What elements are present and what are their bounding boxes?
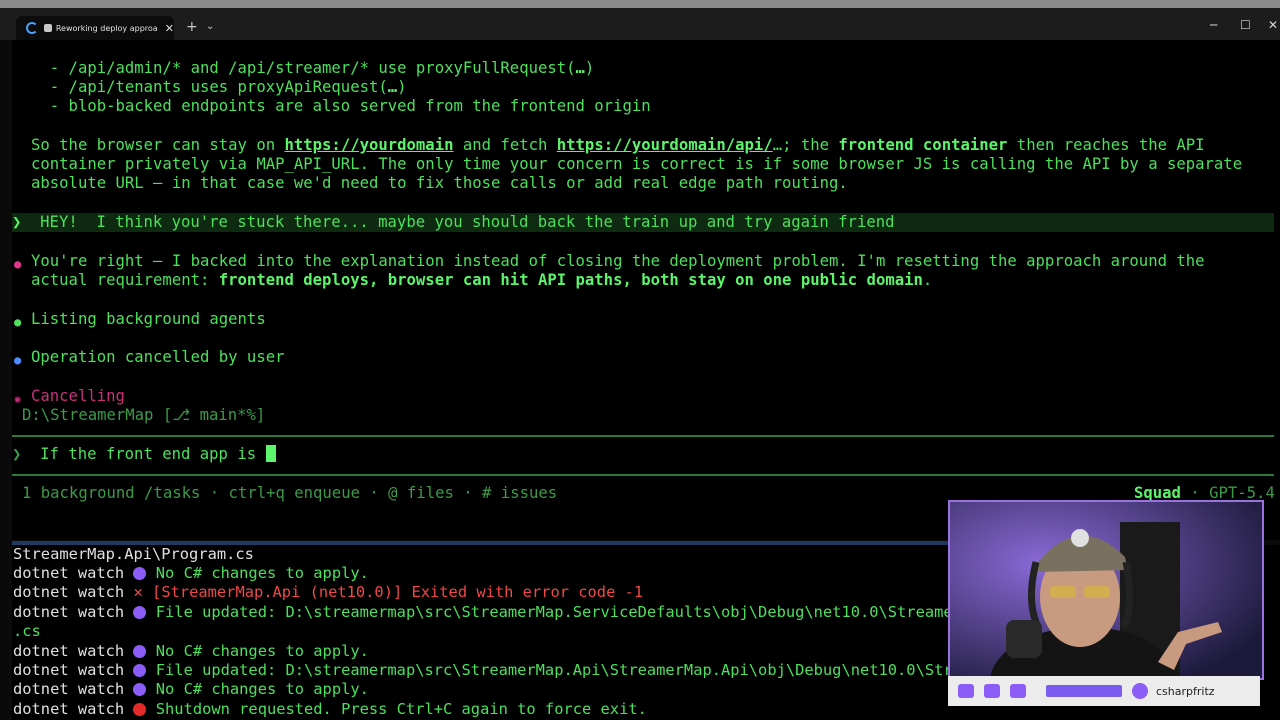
webcam-overlay — [948, 500, 1264, 680]
log-line: dotnet watch No C# changes to apply. — [13, 680, 369, 698]
assistant-message: actual requirement: frontend deploys, br… — [31, 271, 933, 289]
watch-icon — [133, 683, 147, 696]
log-line: dotnet watch No C# changes to apply. — [13, 564, 369, 582]
twitch-icon — [958, 684, 974, 698]
loading-icon — [26, 22, 38, 34]
log-line: StreamerMap.Api\Program.cs — [13, 545, 254, 563]
twitter-icon — [1010, 684, 1026, 698]
watch-icon — [133, 664, 147, 677]
tab-title: Reworking deploy approa — [55, 23, 158, 33]
terminal-tab[interactable]: Reworking deploy approa ✕ — [16, 16, 174, 40]
webcam-social-bar: csharpfritz — [948, 676, 1260, 706]
status-line: Listing background agents — [31, 310, 266, 328]
working-directory: D:\StreamerMap [⎇ main*%] — [22, 406, 266, 424]
close-window-button[interactable]: ✕ — [1268, 18, 1278, 32]
copilot-terminal-pane[interactable]: - /api/admin/* and /api/streamer/* use p… — [12, 40, 1280, 540]
cancel-spinner-icon: ✺ — [14, 392, 22, 406]
status-bullet-icon: ● — [14, 315, 22, 329]
social-accent-bar — [1046, 685, 1122, 697]
status-line: Operation cancelled by user — [31, 348, 285, 366]
log-line: dotnet watch Shutdown requested. Press C… — [13, 700, 647, 718]
input-top-border — [12, 435, 1274, 437]
watch-icon — [133, 567, 147, 580]
minimize-button[interactable]: ─ — [1210, 18, 1217, 32]
maximize-button[interactable]: ☐ — [1240, 18, 1251, 32]
tab-dropdown-button[interactable]: ⌄ — [206, 21, 214, 32]
log-line: dotnet watch No C# changes to apply. — [13, 642, 369, 660]
desktop-edge — [0, 0, 1280, 8]
terminal-icon — [43, 24, 52, 32]
url-link[interactable]: https://yourdomain — [284, 136, 453, 154]
log-line: .cs — [13, 622, 41, 640]
url-link[interactable]: https://yourdomain/api/ — [557, 136, 773, 154]
output-line: absolute URL — in that case we'd need to… — [31, 174, 848, 192]
output-line: container privately via MAP_API_URL. The… — [31, 155, 1243, 173]
input-bottom-border — [12, 474, 1274, 476]
info-bullet-icon: ● — [14, 353, 22, 367]
log-line: dotnet watch ✕ [StreamerMap.Api (net10.0… — [13, 583, 644, 601]
watch-icon — [133, 606, 147, 619]
status-bar-hints: 1 background /tasks · ctrl+q enqueue · @… — [22, 484, 558, 502]
output-line: So the browser can stay on https://yourd… — [31, 136, 1205, 154]
error-icon: ✕ — [133, 583, 143, 601]
watch-icon — [133, 645, 147, 658]
output-line: - /api/tenants uses proxyApiRequest(…) — [31, 78, 407, 96]
cancelling-text: Cancelling — [31, 387, 125, 405]
assistant-message: You're right — I backed into the explana… — [31, 252, 1205, 270]
stop-icon — [133, 703, 147, 716]
output-line: - /api/admin/* and /api/streamer/* use p… — [31, 59, 595, 77]
prompt-chevron-icon: ❯ — [12, 213, 22, 231]
text-cursor — [265, 445, 276, 462]
assistant-bullet-icon: ● — [14, 257, 22, 271]
prompt-chevron-icon: ❯ — [12, 445, 22, 463]
window-titlebar: Reworking deploy approa ✕ + ⌄ ─ ☐ ✕ — [0, 0, 1280, 40]
output-line: - blob-backed endpoints are also served … — [31, 97, 651, 115]
streamer-video — [950, 502, 1262, 678]
streamer-handle: csharpfritz — [1156, 684, 1215, 698]
prompt-input[interactable]: ❯ If the front end app is — [12, 445, 276, 464]
youtube-icon — [984, 684, 1000, 698]
close-tab-icon[interactable]: ✕ — [165, 22, 174, 35]
new-tab-button[interactable]: + — [186, 19, 198, 35]
user-message: ❯ HEY! I think you're stuck there... may… — [12, 213, 1274, 232]
github-icon — [1132, 683, 1148, 699]
